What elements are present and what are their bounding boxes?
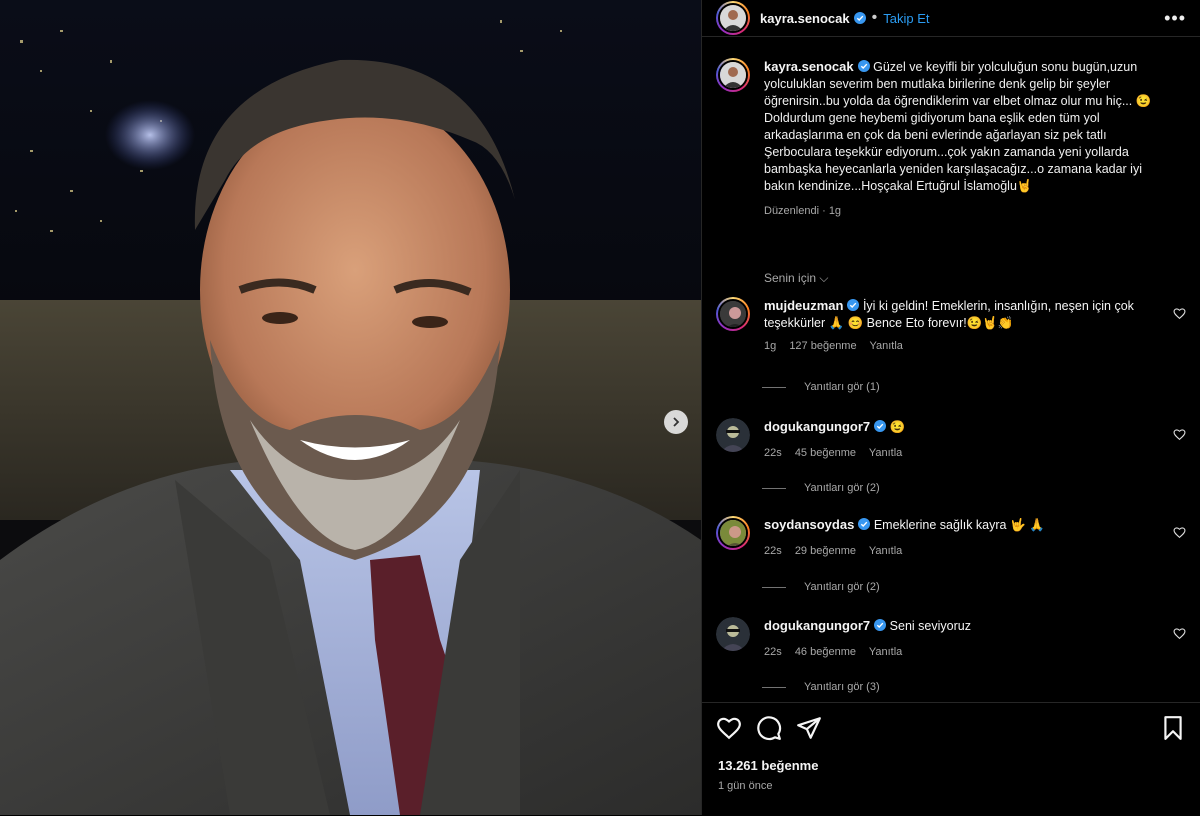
comment-time: 22s: [764, 545, 782, 557]
comment-like-icon[interactable]: [1173, 428, 1186, 441]
post-photo: [0, 0, 701, 815]
author-username[interactable]: kayra.senocak: [760, 11, 850, 26]
avatar[interactable]: [716, 58, 750, 92]
comment-likes[interactable]: 29 beğenme: [795, 545, 856, 557]
avatar-image: [720, 301, 746, 327]
post-time: 1 gün önce: [718, 780, 773, 792]
reply-button[interactable]: Yanıtla: [869, 447, 902, 459]
caption-text: Güzel ve keyifli bir yolculuğun sonu bug…: [764, 60, 1152, 193]
comment-body: mujdeuzman İyi ki geldin! Emeklerin, ins…: [764, 297, 1144, 355]
avatar-image: [720, 5, 746, 31]
heart-icon[interactable]: [716, 715, 742, 741]
comment-body: dogukangungor7 Seni seviyoruz 22s 46 beğ…: [764, 617, 1144, 661]
view-replies-button[interactable]: Yanıtları gör (2): [762, 482, 880, 494]
replies-divider: [762, 586, 786, 588]
avatar[interactable]: [716, 297, 750, 331]
next-photo-button[interactable]: [664, 410, 688, 434]
comment-time: 1g: [764, 340, 777, 352]
comment-text: Seni seviyoruz: [889, 619, 971, 633]
likes-count[interactable]: 13.261 beğenme: [718, 758, 818, 773]
reply-button[interactable]: Yanıtla: [869, 646, 902, 658]
comment-meta: 22s 29 beğenme Yanıtla: [764, 543, 1144, 560]
comment-meta: 1g 127 beğenme Yanıtla: [764, 338, 1144, 355]
comment-username[interactable]: dogukangungor7: [764, 419, 870, 434]
replies-divider: [762, 686, 786, 688]
comment-username[interactable]: soydansoydas: [764, 517, 854, 532]
comment-body: soydansoydas Emeklerine sağlık kayra 🤟 🙏…: [764, 516, 1144, 560]
bookmark-icon[interactable]: [1160, 715, 1186, 741]
action-icons: [716, 715, 1186, 741]
comment-body: dogukangungor7 😉 22s 45 beğenme Yanıtla: [764, 418, 1144, 462]
comment-likes[interactable]: 127 beğenme: [789, 340, 856, 352]
comment-meta: 22s 46 beğenme Yanıtla: [764, 644, 1144, 661]
comment-likes[interactable]: 46 beğenme: [795, 646, 856, 658]
follow-button[interactable]: Takip Et: [883, 11, 929, 26]
caption-body: kayra.senocak Güzel ve keyifli bir yolcu…: [764, 58, 1164, 220]
comment-username[interactable]: dogukangungor7: [764, 618, 870, 633]
comment-text: Emeklerine sağlık kayra 🤟 🙏: [873, 518, 1045, 532]
action-bar: 13.261 beğenme 1 gün önce: [702, 702, 1200, 816]
verified-badge-icon: [847, 299, 860, 311]
comment-text: 😉: [889, 420, 906, 434]
post-viewer: kayra.senocak • Takip Et ••• kayra.senoc…: [0, 0, 1200, 815]
view-replies-label[interactable]: Yanıtları gör (3): [804, 681, 880, 693]
avatar[interactable]: [716, 1, 750, 35]
view-replies-label[interactable]: Yanıtları gör (2): [804, 482, 880, 494]
caption-edited: Düzenlendi · 1g: [764, 205, 842, 217]
comment-item: dogukangungor7 Seni seviyoruz 22s 46 beğ…: [702, 617, 1200, 661]
verified-badge-icon: [853, 12, 866, 24]
comment-time: 22s: [764, 646, 782, 658]
avatar[interactable]: [716, 617, 750, 651]
more-options-button[interactable]: •••: [1164, 8, 1186, 29]
caption: kayra.senocak Güzel ve keyifli bir yolcu…: [702, 58, 1200, 220]
avatar-image: [716, 418, 750, 452]
comment-like-icon[interactable]: [1173, 627, 1186, 640]
share-icon[interactable]: [796, 715, 822, 741]
replies-divider: [762, 386, 786, 388]
separator-dot: •: [871, 9, 878, 26]
comment-like-icon[interactable]: [1173, 307, 1186, 320]
caption-username[interactable]: kayra.senocak: [764, 59, 854, 74]
selfie-image: [0, 0, 701, 815]
avatar[interactable]: [716, 516, 750, 550]
view-replies-button[interactable]: Yanıtları gör (2): [762, 581, 880, 593]
comments-panel: kayra.senocak • Takip Et ••• kayra.senoc…: [701, 0, 1200, 815]
view-replies-label[interactable]: Yanıtları gör (1): [804, 381, 880, 393]
view-replies-button[interactable]: Yanıtları gör (3): [762, 681, 880, 693]
comment-likes[interactable]: 45 beğenme: [795, 447, 856, 459]
comment-time: 22s: [764, 447, 782, 459]
comment-like-icon[interactable]: [1173, 526, 1186, 539]
comment-item: dogukangungor7 😉 22s 45 beğenme Yanıtla: [702, 418, 1200, 462]
comment-username[interactable]: mujdeuzman: [764, 298, 843, 313]
avatar-image: [720, 62, 746, 88]
view-replies-button[interactable]: Yanıtları gör (1): [762, 381, 880, 393]
comment-item: mujdeuzman İyi ki geldin! Emeklerin, ins…: [702, 297, 1200, 355]
reply-button[interactable]: Yanıtla: [869, 340, 902, 352]
for-you-filter[interactable]: Senin için ⌵: [764, 271, 828, 286]
post-header: kayra.senocak • Takip Et •••: [702, 0, 1200, 37]
comment-meta: 22s 45 beğenme Yanıtla: [764, 445, 1144, 462]
chevron-right-icon: [673, 417, 680, 427]
verified-badge-icon: [857, 60, 870, 72]
comment-icon[interactable]: [756, 715, 782, 741]
verified-badge-icon: [874, 420, 887, 432]
avatar[interactable]: [716, 418, 750, 452]
reply-button[interactable]: Yanıtla: [869, 545, 902, 557]
avatar-image: [716, 617, 750, 651]
avatar-image: [720, 520, 746, 546]
verified-badge-icon: [858, 518, 871, 530]
comment-item: soydansoydas Emeklerine sağlık kayra 🤟 🙏…: [702, 516, 1200, 560]
verified-badge-icon: [874, 619, 887, 631]
view-replies-label[interactable]: Yanıtları gör (2): [804, 581, 880, 593]
replies-divider: [762, 487, 786, 489]
